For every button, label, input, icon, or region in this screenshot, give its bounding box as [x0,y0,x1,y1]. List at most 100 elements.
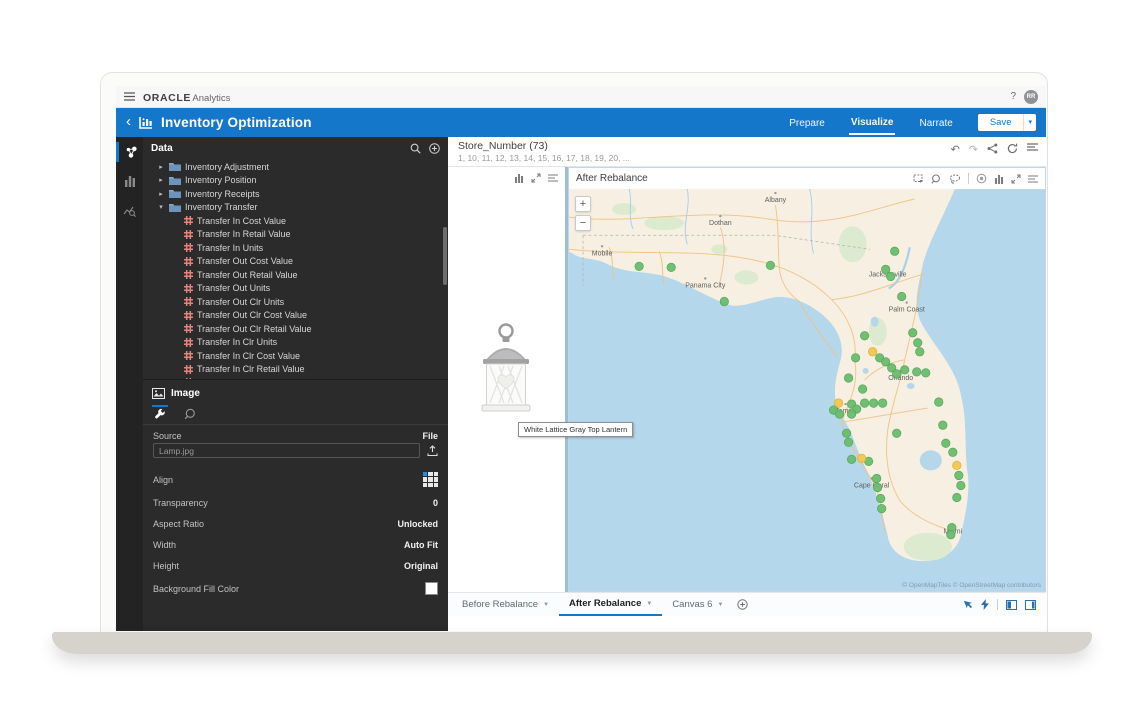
align-grid-control[interactable] [423,472,438,487]
tree-measure[interactable]: Transfer Out Units [143,282,448,296]
marquee-select-icon[interactable] [913,174,924,184]
store-point[interactable] [935,398,943,406]
store-point[interactable] [720,297,728,305]
tree-measure[interactable]: Transfer In Clr Units [143,336,448,350]
caret-icon[interactable]: ▸ [157,190,165,198]
store-point[interactable] [766,261,774,269]
tab-canvas-6[interactable]: Canvas 6▼ [662,593,733,616]
filter-chip[interactable]: Store_Number (73) 1, 10, 11, 12, 13, 14,… [458,140,951,166]
undo-icon[interactable]: ↶ [951,143,960,156]
tree-folder[interactable]: ▸Inventory Adjustment [143,160,448,174]
map-visualization[interactable]: After Rebalance [568,167,1046,592]
store-point[interactable] [667,263,675,271]
add-data-icon[interactable] [429,143,440,154]
store-point[interactable] [897,292,905,300]
tree-measure[interactable]: Transfer Out Non-Clr Units [143,376,448,379]
tree-measure[interactable]: Transfer Out Cost Value [143,255,448,269]
tab-prepare[interactable]: Prepare [787,112,827,134]
upload-icon[interactable] [427,445,438,456]
background-fill-color-swatch[interactable] [425,582,438,595]
auto-apply-lightning-icon[interactable] [981,599,989,610]
map-body[interactable]: AlbanyDothanMobilePanama CityJacksonvill… [569,189,1045,591]
zoom-select-icon[interactable] [931,174,942,184]
store-point[interactable] [949,448,957,456]
rail-analytics-icon[interactable] [116,200,143,220]
help-button[interactable]: ? [1010,91,1016,102]
lasso-select-icon[interactable] [949,174,961,184]
tab-properties-wrench-icon[interactable] [152,405,168,424]
store-point[interactable] [873,483,881,491]
tree-measure[interactable]: Transfer Out Clr Units [143,295,448,309]
transparency-value[interactable]: 0 [433,498,438,508]
store-point[interactable] [913,368,921,376]
tab-visualize[interactable]: Visualize [849,111,896,135]
add-canvas-button[interactable] [733,593,752,616]
store-point[interactable] [922,369,930,377]
map-menu-icon[interactable] [1028,175,1038,183]
save-dropdown-caret[interactable]: ▾ [1023,114,1036,131]
zoom-out-button[interactable]: − [575,215,591,231]
tab-after-rebalance[interactable]: After Rebalance▼ [559,593,662,616]
maximize-icon[interactable] [531,173,541,183]
map-maximize-icon[interactable] [1011,174,1021,184]
tree-folder[interactable]: ▸Inventory Receipts [143,187,448,201]
pointer-mode-icon[interactable] [963,600,973,610]
store-point[interactable] [916,348,924,356]
store-point[interactable] [900,366,908,374]
store-point[interactable] [847,410,855,418]
zoom-in-button[interactable]: + [575,196,591,212]
store-point[interactable] [957,481,965,489]
store-point[interactable] [844,438,852,446]
tree-folder[interactable]: ▾Inventory Transfer [143,201,448,215]
tab-caret-icon[interactable]: ▼ [717,602,723,608]
store-point[interactable] [890,247,898,255]
store-point[interactable] [834,399,842,407]
store-point[interactable] [892,370,900,378]
tab-caret-icon[interactable]: ▼ [543,602,549,608]
layers-target-icon[interactable] [976,173,987,184]
store-point[interactable] [892,429,900,437]
store-point[interactable] [886,272,894,280]
store-point[interactable] [835,410,843,418]
store-point[interactable] [869,399,877,407]
rail-visualizations-icon[interactable] [116,171,143,191]
store-point[interactable] [860,332,868,340]
share-icon[interactable] [987,143,998,154]
viz-type-icon[interactable] [514,173,524,183]
store-point[interactable] [876,494,884,502]
height-value[interactable]: Original [404,561,438,571]
search-icon[interactable] [410,143,421,154]
map-viz-type-icon[interactable] [994,174,1004,184]
layout-panel-left-icon[interactable] [1006,600,1017,610]
avatar[interactable]: RR [1024,90,1038,104]
store-point[interactable] [877,504,885,512]
tab-explore-search-icon[interactable] [182,405,198,424]
store-point[interactable] [635,262,643,270]
store-point[interactable] [878,399,886,407]
tree-measure[interactable]: Transfer In Units [143,241,448,255]
tree-measure[interactable]: Transfer In Cost Value [143,214,448,228]
store-point[interactable] [947,530,955,538]
tree-measure[interactable]: Transfer Out Retail Value [143,268,448,282]
store-point[interactable] [939,421,947,429]
tab-before-rebalance[interactable]: Before Rebalance▼ [452,593,559,616]
store-point[interactable] [868,348,876,356]
image-visualization[interactable] [448,167,565,592]
tree-measure[interactable]: Transfer Out Clr Retail Value [143,322,448,336]
canvas-menu-icon[interactable] [1027,143,1038,152]
tree-measure[interactable]: Transfer In Clr Cost Value [143,349,448,363]
store-point[interactable] [851,354,859,362]
redo-icon[interactable]: ↷ [969,143,978,156]
store-point[interactable] [858,385,866,393]
store-point[interactable] [842,429,850,437]
rail-data-icon[interactable] [116,142,143,162]
tree-measure[interactable]: Transfer In Clr Retail Value [143,363,448,377]
caret-icon[interactable]: ▸ [157,163,165,171]
caret-icon[interactable]: ▾ [157,203,165,211]
tab-narrate[interactable]: Narrate [917,112,954,134]
aspect-ratio-value[interactable]: Unlocked [397,519,438,529]
refresh-icon[interactable] [1007,143,1018,154]
store-point[interactable] [955,471,963,479]
tree-folder[interactable]: ▸Inventory Position [143,174,448,188]
source-file-input[interactable] [153,443,420,458]
